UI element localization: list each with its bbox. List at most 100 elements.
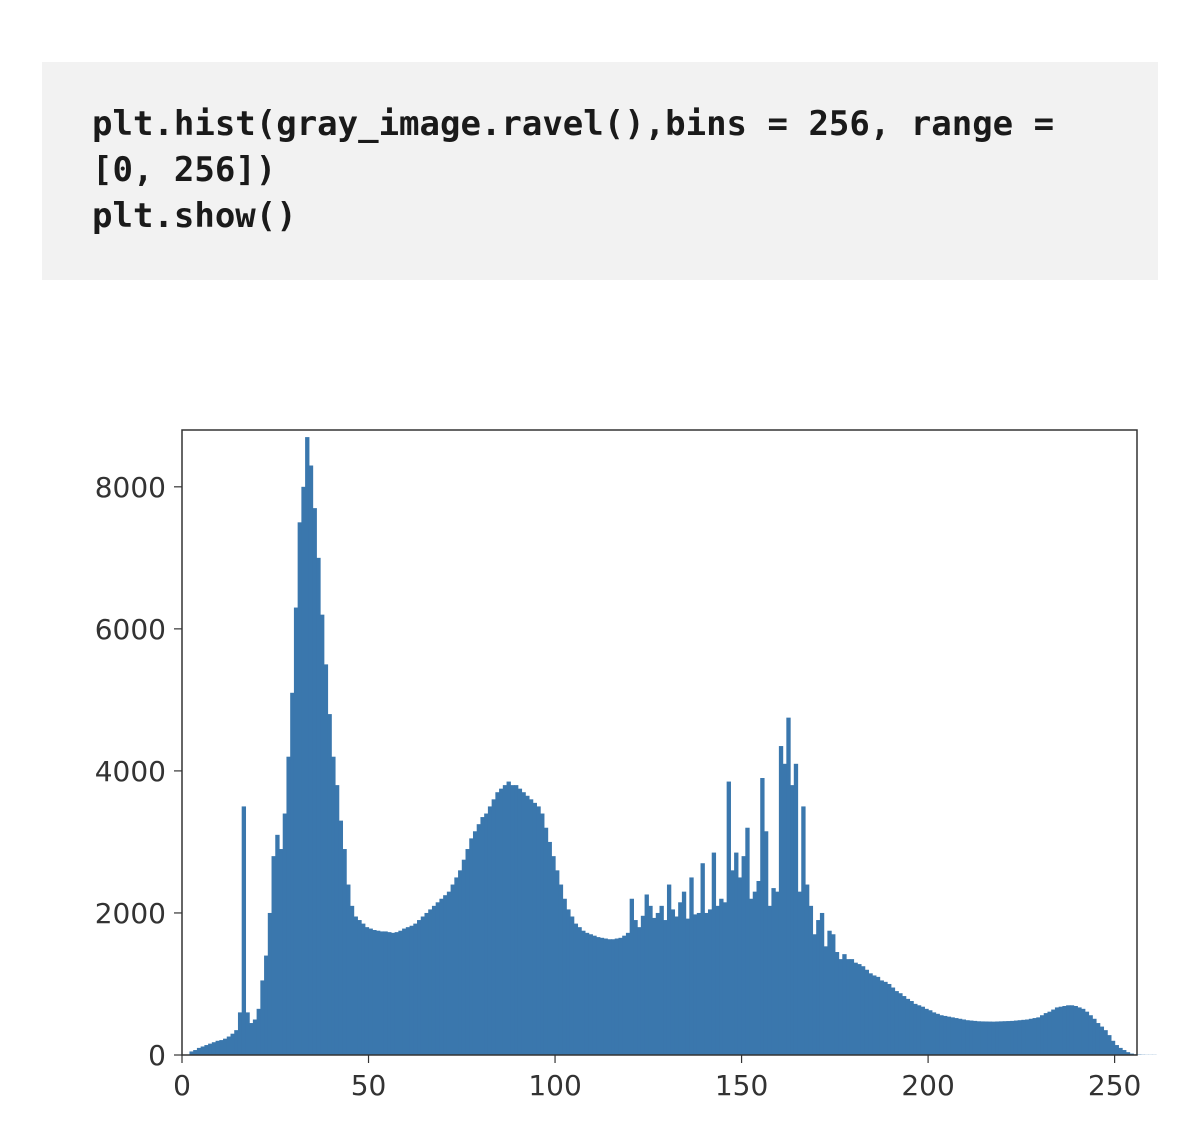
histogram-bar <box>365 927 369 1055</box>
histogram-bar <box>756 881 760 1055</box>
histogram-bar <box>794 763 798 1054</box>
histogram-bar <box>230 1033 234 1054</box>
histogram-bar <box>253 1019 257 1055</box>
histogram-bar <box>883 982 887 1055</box>
histogram-bar <box>809 906 813 1055</box>
histogram-bar <box>947 1016 951 1054</box>
histogram-bar <box>872 975 876 1055</box>
histogram-bar <box>656 913 660 1055</box>
histogram-bar <box>324 664 328 1055</box>
histogram-bar <box>204 1045 208 1055</box>
y-tick-label: 2000 <box>95 897 166 930</box>
histogram-bar <box>234 1030 238 1055</box>
x-tick-label: 0 <box>173 1069 191 1102</box>
histogram-bar <box>563 898 567 1054</box>
y-tick-label: 6000 <box>95 613 166 646</box>
histogram-bar <box>540 813 544 1054</box>
histogram-bar <box>525 795 529 1054</box>
histogram-bar <box>839 959 843 1055</box>
histogram-bar <box>663 920 667 1055</box>
histogram-bar <box>801 806 805 1055</box>
histogram-bar <box>738 877 742 1055</box>
histogram-bar <box>902 996 906 1055</box>
histogram-bar <box>313 508 317 1055</box>
histogram-bar <box>1066 1005 1070 1055</box>
histogram-bar <box>320 614 324 1054</box>
histogram-bar <box>264 955 268 1054</box>
histogram-bar <box>1096 1023 1100 1055</box>
histogram-bar <box>585 933 589 1055</box>
histogram-bar <box>447 891 451 1054</box>
histogram-bar <box>1044 1013 1048 1055</box>
histogram-bar <box>1059 1006 1063 1054</box>
histogram-bar <box>357 920 361 1055</box>
histogram-bar <box>775 891 779 1054</box>
histogram-bar <box>660 906 664 1055</box>
histogram-bar <box>939 1015 943 1055</box>
histogram-bar <box>555 870 559 1055</box>
y-tick-label: 8000 <box>95 470 166 503</box>
histogram-bar <box>611 939 615 1055</box>
histogram-bar <box>1089 1015 1093 1055</box>
histogram-bar <box>480 817 484 1055</box>
histogram-bar <box>969 1020 973 1054</box>
histogram-bar <box>1029 1018 1033 1054</box>
histogram-bar <box>753 891 757 1054</box>
histogram-bar <box>824 946 828 1055</box>
histogram-bar <box>592 935 596 1054</box>
histogram-bar <box>704 913 708 1055</box>
x-tick-label: 150 <box>715 1069 768 1102</box>
histogram-bar <box>533 803 537 1055</box>
histogram-bar <box>518 788 522 1054</box>
histogram-bar <box>992 1021 996 1054</box>
histogram-bar <box>760 778 764 1055</box>
histogram-bar <box>380 931 384 1055</box>
histogram-bar <box>219 1040 223 1055</box>
histogram-bar <box>1077 1007 1081 1055</box>
histogram-bar <box>645 894 649 1055</box>
histogram-bar <box>618 937 622 1054</box>
histogram-bar <box>1018 1020 1022 1055</box>
histogram-bar <box>398 930 402 1054</box>
histogram-bar <box>973 1021 977 1055</box>
histogram-bar <box>943 1016 947 1055</box>
histogram-bar <box>954 1018 958 1055</box>
histogram-bar <box>1036 1017 1040 1055</box>
histogram-bar <box>790 785 794 1055</box>
histogram-bar <box>305 437 309 1055</box>
histogram-bar <box>906 999 910 1055</box>
histogram-bar <box>895 991 899 1055</box>
histogram-bar <box>424 913 428 1055</box>
histogram-bar <box>1103 1030 1107 1055</box>
histogram-bar <box>492 799 496 1055</box>
histogram-bar <box>965 1020 969 1055</box>
histogram-bar <box>275 835 279 1055</box>
histogram-bar <box>1118 1048 1122 1055</box>
histogram-bar <box>279 849 283 1055</box>
histogram-bar <box>596 937 600 1055</box>
histogram-bar <box>928 1010 932 1055</box>
histogram-bar <box>880 980 884 1055</box>
histogram-bar <box>410 925 414 1054</box>
chart-svg: 02000400060008000050100150200250 <box>47 410 1157 1110</box>
histogram-bar <box>917 1005 921 1055</box>
histogram-bar <box>865 969 869 1054</box>
histogram-bar <box>615 938 619 1054</box>
code-block: plt.hist(gray_image.ravel(),bins = 256, … <box>42 62 1158 280</box>
histogram-bar <box>577 927 581 1055</box>
histogram-bar <box>857 964 861 1055</box>
histogram-bar <box>361 923 365 1054</box>
histogram-bar <box>786 717 790 1054</box>
histogram-bar <box>771 888 775 1055</box>
histogram-bar <box>950 1017 954 1055</box>
histogram-bar <box>216 1040 220 1054</box>
histogram-bar <box>719 898 723 1054</box>
histogram-bar <box>428 909 432 1055</box>
histogram-bar <box>853 962 857 1054</box>
histogram-bar <box>331 756 335 1054</box>
histogram-bar <box>648 906 652 1055</box>
histogram-bar <box>529 799 533 1055</box>
histogram-bar <box>436 902 440 1055</box>
histogram-bar <box>913 1004 917 1055</box>
histogram-bar <box>570 916 574 1054</box>
